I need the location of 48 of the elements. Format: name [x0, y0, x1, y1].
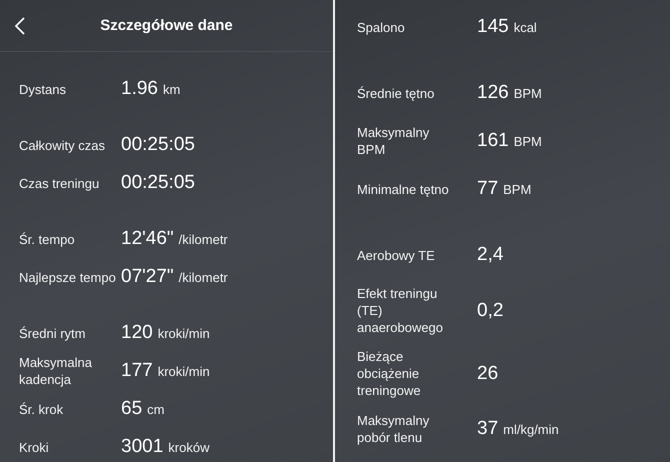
stat-unit: cm — [147, 402, 164, 416]
stat-label: Czas treningu — [19, 174, 100, 192]
stat-label: Aerobowy TE — [357, 246, 436, 264]
stat-value: 1.96 — [121, 78, 158, 100]
stat-label: Śr. tempo — [19, 230, 76, 248]
stat-value: 161 — [477, 130, 509, 152]
stat-label: Średni rytm — [19, 324, 86, 342]
stat-unit: kroków — [168, 440, 210, 454]
stat-value: 126 — [477, 82, 509, 104]
stat-label: Średnie tętno — [357, 84, 436, 102]
stat-unit: BPM — [514, 86, 542, 100]
stat-label: Dystans — [19, 80, 67, 98]
stat-value: 0,2 — [477, 300, 504, 322]
stat-unit: /kilometr — [178, 270, 228, 284]
stat-value: 2,4 — [477, 244, 504, 266]
stat-value: 26 — [477, 362, 498, 384]
stat-unit: kcal — [514, 20, 537, 34]
stat-label: Minimalne tętno — [357, 180, 450, 198]
stat-label: Spalono — [357, 18, 406, 36]
stat-unit: km — [162, 82, 180, 96]
stat-unit: kroki/min — [158, 326, 210, 340]
stat-value: 12'46" — [121, 228, 174, 250]
stat-value: 77 — [477, 178, 498, 200]
stat-label: Maksymalny pobór tlenu — [357, 412, 430, 446]
stat-label: Efekt treningu (TE) anaerobowego — [357, 285, 444, 336]
stat-value: 120 — [121, 322, 153, 344]
stat-value: 3001 — [121, 436, 164, 458]
stat-value: 00:25:05 — [121, 134, 195, 156]
stat-value: 145 — [477, 16, 509, 38]
stat-label: Maksymalna kadencja — [19, 354, 93, 388]
stat-label: Kroki — [19, 438, 50, 456]
screen-title: Szczegółowe dane — [100, 17, 233, 34]
stat-unit: BPM — [503, 182, 532, 196]
stat-label: Maksymalny BPM — [357, 124, 430, 158]
stat-unit: ml/kg/min — [503, 422, 559, 436]
stat-unit: BPM — [514, 134, 542, 148]
stat-label: Śr. krok — [19, 400, 64, 418]
stat-value: 07'27" — [121, 266, 174, 288]
stat-value: 37 — [477, 418, 498, 440]
stat-unit: kroki/min — [158, 364, 210, 378]
stat-label: Całkowity czas — [19, 136, 106, 154]
stat-value: 65 — [121, 398, 142, 420]
back-icon[interactable] — [15, 17, 25, 35]
stat-label: Najlepsze tempo — [19, 268, 117, 286]
stat-value: 177 — [121, 360, 153, 382]
stat-unit: /kilometr — [178, 232, 228, 246]
stat-value: 00:25:05 — [121, 172, 195, 194]
stat-label: Bieżące obciążenie treningowe — [357, 348, 422, 399]
